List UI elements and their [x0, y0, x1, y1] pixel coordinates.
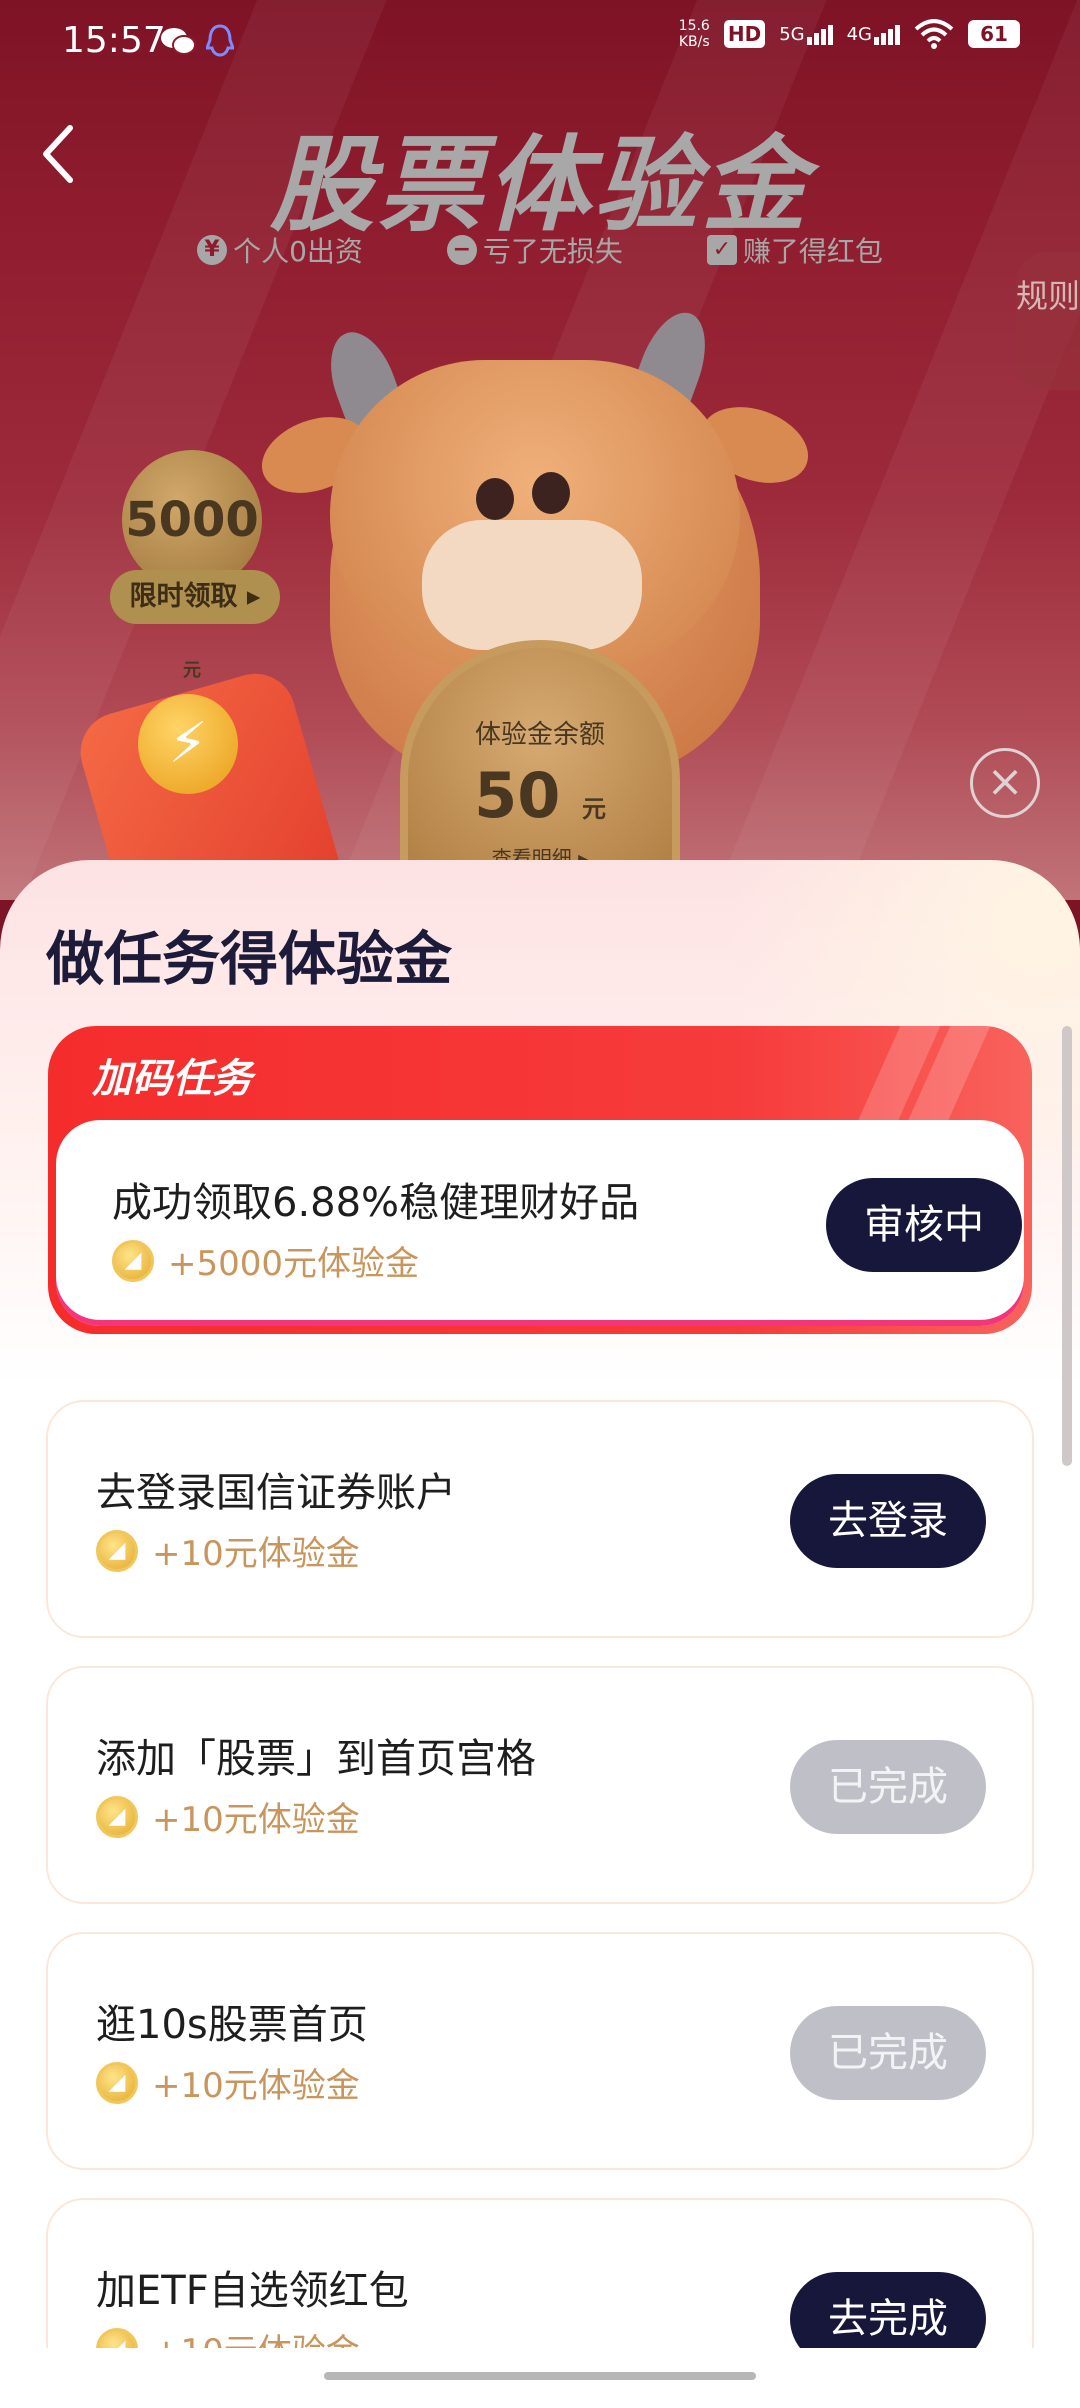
reward-text: +10元体验金	[152, 1534, 360, 1574]
task-name: 逛10s股票首页	[96, 2002, 368, 2048]
task-reward: ◢ +10元体验金	[96, 1792, 360, 1841]
coin-icon: ◢	[96, 1529, 138, 1572]
hero-title: 股票体验金	[269, 124, 810, 246]
net-speed-unit: KB/s	[678, 34, 710, 50]
bull-eye	[532, 472, 570, 514]
scrollbar[interactable]	[1062, 1026, 1072, 1466]
task-name: 成功领取6.88%稳健理财好品	[112, 1180, 640, 1226]
signal-5g: 5G	[779, 23, 833, 45]
signal-4g-label: 4G	[846, 23, 872, 45]
promo-claim-tag[interactable]: 限时领取 ▸	[110, 570, 280, 624]
task-reward: ◢ +5000元体验金	[112, 1236, 419, 1285]
hero-banner: 15:57 15.6 KB/s HD 5G 4G 61 股票体验金 ¥ 个人0出…	[0, 0, 1080, 900]
task-name: 加ETF自选领红包	[96, 2268, 409, 2314]
task-card: 添加「股票」到首页宫格 ◢ +10元体验金 已完成	[46, 1666, 1034, 1904]
hero-perks: ¥ 个人0出资 − 亏了无损失 ✓ 赚了得红包	[0, 230, 1080, 270]
balance-label: 体验金余额	[474, 720, 605, 750]
task-completed-button[interactable]: 已完成	[790, 2006, 986, 2100]
status-right-group: 15.6 KB/s HD 5G 4G 61	[679, 18, 1020, 50]
featured-task-body: 成功领取6.88%稳健理财好品 ◢ +5000元体验金 审核中	[56, 1120, 1024, 1326]
home-indicator[interactable]	[324, 2372, 756, 2380]
battery-icon: 61	[968, 20, 1020, 48]
task-reward: ◢ +10元体验金	[96, 1526, 360, 1575]
close-icon[interactable]: ×	[970, 748, 1040, 818]
balance-value: 50 元	[408, 759, 672, 832]
signal-5g-label: 5G	[779, 23, 805, 45]
redpacket-check-icon: ✓	[706, 235, 737, 265]
net-speed-value: 15.6	[678, 18, 710, 34]
wifi-icon	[914, 19, 954, 49]
promo-coin-amount: 5000	[125, 492, 259, 548]
lightning-coin-icon: ⚡	[138, 694, 238, 794]
minus-icon: −	[446, 235, 477, 265]
sheet-title: 做任务得体验金	[46, 925, 453, 993]
task-card: 去登录国信证券账户 ◢ +10元体验金 去登录	[46, 1400, 1034, 1638]
coin-icon: ◢	[96, 1795, 138, 1838]
perk-item: − 亏了无损失	[446, 230, 623, 270]
featured-task-card: 加码任务 成功领取6.88%稳健理财好品 ◢ +5000元体验金 审核中	[48, 1026, 1032, 1334]
balance-unit: 元	[581, 795, 606, 823]
featured-task-label: 加码任务	[92, 1056, 252, 1102]
reward-text: +10元体验金	[152, 1800, 360, 1840]
task-name: 添加「股票」到首页宫格	[96, 1736, 536, 1782]
status-time: 15:57	[62, 20, 166, 61]
task-name: 去登录国信证券账户	[96, 1470, 456, 1516]
bull-muzzle	[422, 520, 642, 650]
balance-amount: 50	[474, 759, 561, 832]
perk-label: 个人0出资	[233, 235, 363, 268]
rules-button[interactable]: 规则	[1016, 252, 1080, 390]
promo-coin-unit: 元	[183, 660, 201, 681]
task-completed-button[interactable]: 已完成	[790, 1740, 986, 1834]
perk-item: ✓ 赚了得红包	[706, 230, 883, 270]
perk-label: 亏了无损失	[482, 235, 623, 268]
qq-icon	[206, 24, 234, 57]
task-status-button[interactable]: 审核中	[826, 1178, 1022, 1272]
perk-item: ¥ 个人0出资	[197, 230, 363, 270]
task-reward: ◢ +10元体验金	[96, 2058, 360, 2107]
reward-text: +5000元体验金	[168, 1244, 420, 1284]
task-login-button[interactable]: 去登录	[790, 1474, 986, 1568]
task-card: 逛10s股票首页 ◢ +10元体验金 已完成	[46, 1932, 1034, 2170]
hd-badge: HD	[723, 20, 766, 48]
coin-icon: ◢	[112, 1239, 154, 1282]
status-bar: 15:57 15.6 KB/s HD 5G 4G 61	[0, 0, 1080, 84]
coin-icon: ◢	[96, 2061, 138, 2104]
net-speed: 15.6 KB/s	[679, 18, 710, 50]
bull-eye	[476, 478, 514, 520]
signal-4g: 4G	[847, 24, 900, 45]
yen-icon: ¥	[197, 235, 228, 265]
wechat-icon	[161, 28, 196, 55]
reward-text: +10元体验金	[152, 2066, 360, 2106]
perk-label: 赚了得红包	[742, 235, 883, 268]
task-sheet: 做任务得体验金 加码任务 成功领取6.88%稳健理财好品 ◢ +5000元体验金…	[0, 860, 1080, 2408]
promo-coin[interactable]: 5000 元	[122, 450, 262, 681]
